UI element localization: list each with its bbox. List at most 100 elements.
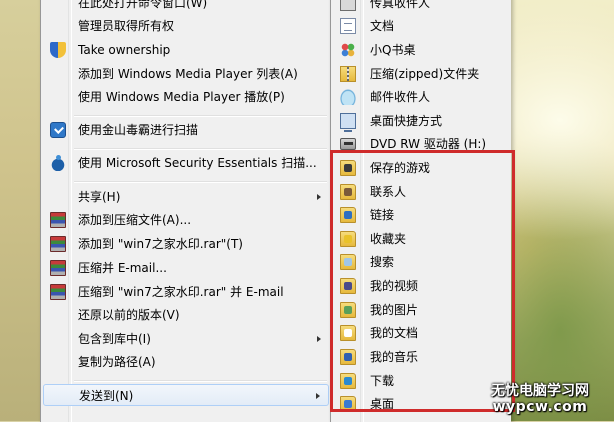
desktop-shortcut-icon xyxy=(340,113,356,132)
menu-separator xyxy=(74,181,327,183)
submenu-arrow-icon xyxy=(317,336,321,342)
watermark-line-2: wypcw.com xyxy=(492,399,588,415)
send-to-favorites[interactable]: 收藏夹 xyxy=(333,228,509,250)
winrar-icon xyxy=(50,236,66,252)
submenu-item-label: 桌面 xyxy=(370,397,395,411)
menu-item-scan-jinshan[interactable]: 使用金山毒霸进行扫描 xyxy=(43,119,329,141)
send-to-my-videos[interactable]: 我的视频 xyxy=(333,275,509,297)
menu-item-compress-and-email[interactable]: 压缩并 E-mail... xyxy=(43,257,329,279)
menu-item-label: 还原以前的版本(V) xyxy=(78,308,180,322)
menu-item-label: 压缩并 E-mail... xyxy=(78,261,167,275)
submenu-item-label: 搜索 xyxy=(370,255,395,269)
menu-item-label: 添加到压缩文件(A)... xyxy=(78,213,192,227)
my-pictures-folder-icon xyxy=(340,302,356,318)
shield-icon xyxy=(50,42,66,58)
winrar-icon xyxy=(50,260,66,276)
send-to-submenu: 传真收件人 文档 小Q书桌 压缩(zipped)文件夹 邮件收件人 桌面快捷方式… xyxy=(330,0,511,422)
menu-item-restore-previous-versions[interactable]: 还原以前的版本(V) xyxy=(43,304,329,326)
xiaoq-desk-icon xyxy=(340,42,356,58)
send-to-searches[interactable]: 搜索 xyxy=(333,251,509,273)
submenu-item-label: 桌面快捷方式 xyxy=(370,114,443,128)
menu-item-label: 复制为路径(A) xyxy=(78,355,156,369)
my-documents-folder-icon xyxy=(340,325,356,341)
menu-item-label: 发送到(N) xyxy=(79,389,134,403)
send-to-my-pictures[interactable]: 我的图片 xyxy=(333,299,509,321)
submenu-item-label: 下载 xyxy=(370,374,395,388)
desktop-wallpaper-left-strip xyxy=(0,0,40,421)
send-to-fax-recipient[interactable]: 传真收件人 xyxy=(333,0,509,14)
submenu-item-label: 文档 xyxy=(370,19,395,33)
menu-item-label: 包含到库中(I) xyxy=(78,332,151,346)
menu-item-label: 使用金山毒霸进行扫描 xyxy=(78,123,199,137)
submenu-item-label: 传真收件人 xyxy=(370,0,431,10)
send-to-my-documents[interactable]: 我的文档 xyxy=(333,322,509,344)
menu-item-label: Take ownership xyxy=(78,43,171,57)
submenu-item-label: 小Q书桌 xyxy=(370,43,416,57)
menu-item-scan-mse[interactable]: 使用 Microsoft Security Essentials 扫描... xyxy=(43,152,329,174)
send-to-saved-games[interactable]: 保存的游戏 xyxy=(333,157,509,179)
downloads-folder-icon xyxy=(340,373,356,389)
menu-item-take-ownership-cn[interactable]: 管理员取得所有权 xyxy=(43,15,329,37)
menu-item-add-to-named-rar[interactable]: 添加到 "win7之家水印.rar"(T) xyxy=(43,233,329,255)
submenu-item-label: 我的音乐 xyxy=(370,350,419,364)
submenu-item-label: 压缩(zipped)文件夹 xyxy=(370,67,480,81)
send-to-contacts[interactable]: 联系人 xyxy=(333,181,509,203)
send-to-documents[interactable]: 文档 xyxy=(333,15,509,37)
send-to-xiaoq-desk[interactable]: 小Q书桌 xyxy=(333,39,509,61)
menu-separator xyxy=(74,115,327,117)
send-to-zip-folder[interactable]: 压缩(zipped)文件夹 xyxy=(333,63,509,85)
zip-folder-icon xyxy=(340,66,356,82)
microsoft-security-essentials-icon xyxy=(50,155,66,171)
context-menu: 在此处打开命令窗口(W) 管理员取得所有权 Take ownership 添加到… xyxy=(40,0,332,422)
send-to-dvd-drive[interactable]: DVD RW 驱动器 (H:) xyxy=(333,133,509,155)
send-to-my-music[interactable]: 我的音乐 xyxy=(333,346,509,368)
menu-item-send-to[interactable]: 发送到(N) xyxy=(43,384,329,406)
menu-item-label: 压缩到 "win7之家水印.rar" 并 E-mail xyxy=(78,285,284,299)
menu-item-copy-as-path[interactable]: 复制为路径(A) xyxy=(43,351,329,373)
dvd-drive-icon xyxy=(340,138,356,150)
submenu-item-label: 我的文档 xyxy=(370,326,419,340)
submenu-arrow-icon xyxy=(316,393,320,399)
menu-item-label: 管理员取得所有权 xyxy=(78,19,175,33)
winrar-icon xyxy=(50,212,66,228)
menu-item-open-command-window[interactable]: 在此处打开命令窗口(W) xyxy=(43,0,329,14)
menu-item-include-in-library[interactable]: 包含到库中(I) xyxy=(43,328,329,350)
menu-item-label: 添加到 Windows Media Player 列表(A) xyxy=(78,67,298,81)
menu-item-label: 添加到 "win7之家水印.rar"(T) xyxy=(78,237,243,251)
submenu-item-label: 我的视频 xyxy=(370,279,419,293)
links-folder-icon xyxy=(340,207,356,223)
submenu-arrow-icon xyxy=(317,194,321,200)
menu-separator xyxy=(74,380,327,382)
submenu-item-label: 保存的游戏 xyxy=(370,161,431,175)
my-music-folder-icon xyxy=(340,349,356,365)
document-icon xyxy=(340,18,356,34)
menu-item-share[interactable]: 共享(H) xyxy=(43,186,329,208)
submenu-item-label: 收藏夹 xyxy=(370,232,407,246)
contacts-folder-icon xyxy=(340,184,356,200)
submenu-item-label: 我的图片 xyxy=(370,303,419,317)
favorites-folder-icon xyxy=(340,231,356,247)
site-watermark: 无忧电脑学习网 wypcw.com xyxy=(470,383,610,415)
menu-item-take-ownership[interactable]: Take ownership xyxy=(43,39,329,61)
mail-recipient-icon xyxy=(340,89,356,105)
searches-folder-icon xyxy=(340,254,356,270)
submenu-item-label: 联系人 xyxy=(370,185,407,199)
desktop-folder-icon xyxy=(340,396,356,412)
send-to-mail-recipient[interactable]: 邮件收件人 xyxy=(333,86,509,108)
menu-item-add-to-wmp-list[interactable]: 添加到 Windows Media Player 列表(A) xyxy=(43,63,329,85)
saved-games-folder-icon xyxy=(340,160,356,176)
jinshan-antivirus-icon xyxy=(50,122,66,138)
menu-item-label: 使用 Windows Media Player 播放(P) xyxy=(78,90,285,104)
menu-item-add-to-archive[interactable]: 添加到压缩文件(A)... xyxy=(43,209,329,231)
send-to-links[interactable]: 链接 xyxy=(333,204,509,226)
fax-icon xyxy=(340,0,356,11)
menu-item-compress-to-rar-and-email[interactable]: 压缩到 "win7之家水印.rar" 并 E-mail xyxy=(43,281,329,303)
menu-separator xyxy=(74,148,327,150)
menu-item-label: 在此处打开命令窗口(W) xyxy=(78,0,208,10)
submenu-item-label: DVD RW 驱动器 (H:) xyxy=(370,137,487,151)
submenu-item-label: 邮件收件人 xyxy=(370,90,431,104)
send-to-desktop-shortcut[interactable]: 桌面快捷方式 xyxy=(333,110,509,132)
menu-item-label: 共享(H) xyxy=(78,190,121,204)
watermark-line-1: 无忧电脑学习网 xyxy=(491,383,589,399)
menu-item-play-with-wmp[interactable]: 使用 Windows Media Player 播放(P) xyxy=(43,86,329,108)
